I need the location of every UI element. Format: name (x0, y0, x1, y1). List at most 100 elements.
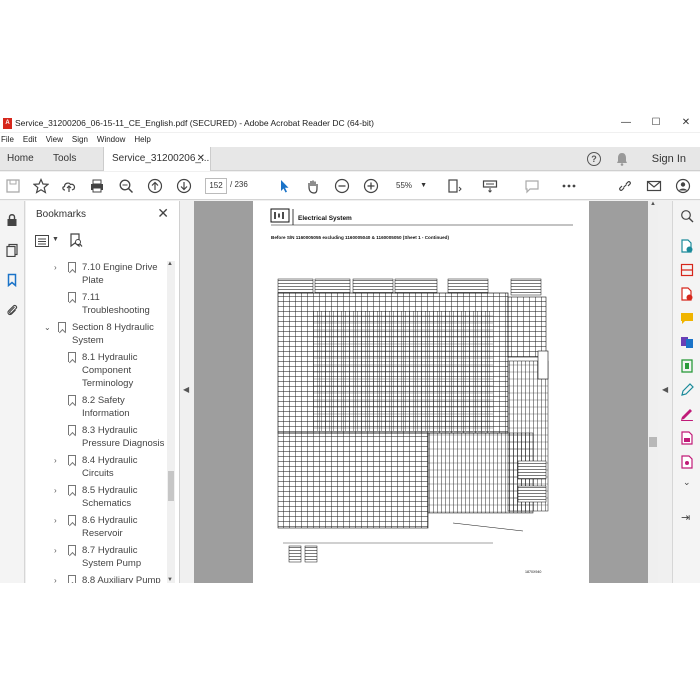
menu-file[interactable]: File (1, 133, 14, 147)
chevron-right-icon[interactable]: › (54, 484, 64, 497)
bookmark-icon (68, 455, 76, 465)
page-total: / 236 (230, 180, 248, 189)
bookmark-item[interactable]: 8.3 Hydraulic Pressure Diagnosis (54, 424, 171, 450)
bookmark-label: Pressure Diagnosis (82, 438, 165, 449)
zoom-level-select[interactable]: 55% ▼ (388, 178, 430, 194)
email-icon[interactable] (646, 178, 662, 194)
bookmark-item[interactable]: › 8.5 Hydraulic Schematics (54, 484, 171, 510)
menu-view[interactable]: View (46, 133, 63, 147)
comment-tool-icon[interactable] (680, 311, 694, 325)
chevron-right-icon[interactable]: › (54, 261, 64, 274)
attachments-icon[interactable] (5, 303, 19, 317)
zoom-in-icon[interactable] (363, 178, 379, 194)
tab-close-icon[interactable]: ✕ (197, 147, 205, 171)
help-icon[interactable]: ? (587, 152, 601, 166)
bookmarks-scrollbar[interactable]: ▲ ▼ (167, 261, 175, 583)
organize-pages-icon[interactable] (680, 263, 694, 277)
page-thumbnails-icon[interactable] (5, 243, 19, 257)
bookmark-item[interactable]: › 8.6 Hydraulic Reservoir (54, 514, 171, 540)
hand-tool-icon[interactable] (305, 178, 321, 194)
tab-document[interactable]: Service_31200206_... ✕ (103, 147, 211, 171)
bookmark-label: 8.6 Hydraulic (82, 515, 138, 526)
main-toolbar: 152 / 236 55% ▼ (0, 172, 700, 200)
bookmark-item[interactable]: › 7.10 Engine Drive Plate (54, 261, 171, 287)
document-viewer[interactable]: Electrical System Before S/N 1160005055 … (194, 201, 648, 583)
export-pdf-icon[interactable] (680, 239, 694, 253)
close-panel-icon[interactable]: ✕ (157, 205, 169, 222)
bookmark-item[interactable]: 7.11 Troubleshooting (54, 291, 171, 317)
minimize-button[interactable]: — (616, 116, 636, 130)
chevron-down-icon[interactable]: ▼ (52, 236, 59, 243)
chevron-down-icon[interactable]: ⌄ (683, 477, 691, 488)
menu-window[interactable]: Window (97, 133, 125, 147)
upload-cloud-icon[interactable] (61, 178, 77, 194)
bookmark-item[interactable]: › 8.4 Hydraulic Circuits (54, 454, 171, 480)
notification-bell-icon[interactable] (616, 152, 628, 166)
bookmark-label: 8.8 Auxiliary Pump (82, 575, 161, 583)
send-review-icon[interactable] (680, 455, 694, 469)
bookmark-label: Component (82, 365, 132, 376)
zoom-out-icon[interactable] (334, 178, 350, 194)
bookmark-icon (68, 352, 76, 362)
select-cursor-icon[interactable] (276, 178, 292, 194)
scroll-down-arrow-icon[interactable]: ▼ (167, 577, 173, 583)
compress-pdf-icon[interactable] (680, 359, 694, 373)
combine-files-icon[interactable] (680, 335, 694, 349)
scroll-up-arrow-icon[interactable]: ▲ (167, 261, 173, 267)
scroll-up-arrow-icon[interactable]: ▲ (650, 201, 656, 207)
chevron-down-icon[interactable]: ⌄ (44, 321, 54, 334)
chevron-right-icon[interactable]: › (54, 454, 64, 467)
bookmark-item[interactable]: › 8.7 Hydraulic System Pump (54, 544, 171, 570)
keyboard-icon[interactable] (482, 178, 498, 194)
previous-page-icon[interactable] (147, 178, 163, 194)
menu-edit[interactable]: Edit (23, 133, 37, 147)
sign-in-button[interactable]: Sign In (652, 153, 686, 165)
create-pdf-icon[interactable] (680, 287, 694, 301)
page-number-input[interactable]: 152 (205, 178, 227, 194)
bookmark-label: Terminology (82, 378, 134, 389)
zoom-search-icon[interactable] (118, 178, 134, 194)
scrollbar-thumb[interactable] (649, 437, 657, 447)
collapse-right-pane-icon[interactable]: ◀ (662, 385, 668, 394)
lock-icon[interactable] (5, 213, 19, 227)
edit-pdf-icon[interactable] (680, 383, 694, 397)
schematic-subtitle: Before S/N 1160005055 excluding 11600050… (271, 235, 449, 240)
bookmark-item[interactable]: 8.2 Safety Information (54, 394, 171, 420)
chevron-right-icon[interactable]: › (54, 514, 64, 527)
close-window-button[interactable]: ✕ (676, 116, 696, 130)
page-layout-icon[interactable] (447, 178, 463, 194)
bookmarks-panel-icon[interactable] (5, 273, 19, 287)
chevron-right-icon[interactable]: › (54, 544, 64, 557)
bookmark-label: Reservoir (82, 528, 123, 539)
save-icon[interactable] (5, 178, 21, 194)
bookmark-item[interactable]: 8.1 Hydraulic Component Terminology (54, 351, 171, 390)
protect-pdf-icon[interactable] (680, 431, 694, 445)
collapse-left-pane-icon[interactable]: ◀ (183, 385, 189, 394)
scrollbar-thumb[interactable] (168, 471, 174, 501)
menu-help[interactable]: Help (134, 133, 150, 147)
options-list-icon[interactable] (35, 235, 49, 247)
find-bookmark-icon[interactable] (69, 233, 83, 248)
menu-sign[interactable]: Sign (72, 133, 88, 147)
tab-home[interactable]: Home (7, 147, 34, 171)
share-user-icon[interactable] (675, 178, 691, 194)
bookmark-item[interactable]: ⌄ Section 8 Hydraulic System (44, 321, 171, 347)
comment-icon[interactable] (524, 178, 540, 194)
print-icon[interactable] (89, 178, 105, 194)
tab-document-label: Service_31200206_... (112, 153, 210, 164)
more-options-icon[interactable] (561, 178, 577, 194)
fill-sign-icon[interactable] (680, 407, 694, 421)
expand-panel-icon[interactable]: ⇥ (681, 511, 690, 524)
bookmark-label: 8.5 Hydraulic (82, 485, 138, 496)
next-page-icon[interactable] (176, 178, 192, 194)
link-icon[interactable] (617, 178, 633, 194)
chevron-right-icon[interactable]: › (54, 574, 64, 583)
document-scrollbar[interactable]: ▲ (648, 201, 658, 583)
bookmark-icon (68, 575, 76, 583)
zoom-search-icon[interactable] (680, 209, 694, 223)
tab-tools[interactable]: Tools (53, 147, 76, 171)
acrobat-window: A Service_31200206_06-15-11_CE_English.p… (0, 115, 700, 583)
bookmark-item[interactable]: › 8.8 Auxiliary Pump (54, 574, 171, 583)
bookmark-star-icon[interactable] (33, 178, 49, 194)
maximize-button[interactable]: ☐ (646, 116, 666, 130)
